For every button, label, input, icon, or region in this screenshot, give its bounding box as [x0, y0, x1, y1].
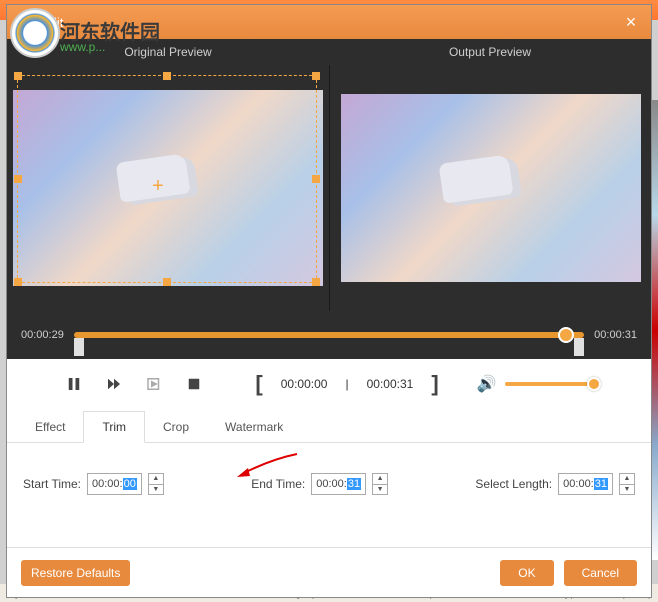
set-end-bracket[interactable]: ] — [431, 371, 438, 397]
start-time-label: Start Time: — [23, 477, 81, 491]
select-length-field: Select Length: 00:00:31 ▲▼ — [475, 473, 635, 495]
watermark-logo-icon — [10, 8, 60, 58]
annotation-arrow — [232, 449, 302, 482]
select-length-label: Select Length: — [475, 477, 552, 491]
timeline-playhead[interactable] — [558, 327, 574, 343]
select-length-spinner[interactable]: ▲▼ — [619, 473, 635, 495]
tabs: Effect Trim Crop Watermark — [7, 409, 651, 443]
cancel-button[interactable]: Cancel — [564, 560, 637, 586]
spinner-down-icon[interactable]: ▼ — [149, 484, 163, 495]
output-preview-pane — [329, 65, 651, 311]
stop-button[interactable] — [183, 373, 205, 395]
pause-button[interactable] — [63, 373, 85, 395]
select-length-input[interactable]: 00:00:31 — [558, 473, 613, 495]
tab-effect[interactable]: Effect — [17, 412, 83, 442]
dialog-buttons: Restore Defaults OK Cancel — [7, 547, 651, 597]
timeline-current-time: 00:00:29 — [21, 329, 64, 341]
close-icon[interactable]: × — [621, 12, 641, 32]
end-time-spinner[interactable]: ▲▼ — [372, 473, 388, 495]
preview-area: + — [7, 65, 651, 311]
tab-watermark[interactable]: Watermark — [207, 412, 301, 442]
fast-forward-button[interactable] — [103, 373, 125, 395]
playback-controls: [ 00:00:00 | 00:00:31 ] 🔊 — [7, 359, 651, 409]
timeline-track[interactable] — [74, 332, 584, 338]
timeline: 00:00:29 00:00:31 — [7, 311, 651, 359]
clip-end-time: 00:00:31 — [367, 377, 414, 391]
tab-crop[interactable]: Crop — [145, 412, 207, 442]
edit-dialog: ◄ Edit × Original Preview Output Preview… — [6, 4, 652, 598]
start-time-field: Start Time: 00:00:00 ▲▼ — [23, 473, 164, 495]
spinner-up-icon[interactable]: ▲ — [149, 474, 163, 484]
trim-end-marker[interactable] — [574, 338, 584, 356]
ok-button[interactable]: OK — [500, 560, 553, 586]
spinner-down-icon[interactable]: ▼ — [620, 484, 634, 495]
volume-icon[interactable]: 🔊 — [477, 374, 497, 394]
time-divider: | — [345, 377, 348, 391]
end-time-input[interactable]: 00:00:31 — [311, 473, 366, 495]
start-time-spinner[interactable]: ▲▼ — [148, 473, 164, 495]
spinner-up-icon[interactable]: ▲ — [373, 474, 387, 484]
original-preview-pane[interactable]: + — [7, 65, 329, 311]
volume-knob[interactable] — [587, 377, 601, 391]
volume-slider[interactable] — [505, 382, 595, 386]
trim-start-marker[interactable] — [74, 338, 84, 356]
watermark-url: www.p... — [60, 40, 105, 54]
output-thumbnail — [341, 94, 641, 282]
clip-start-time: 00:00:00 — [281, 377, 328, 391]
output-preview-label: Output Preview — [329, 39, 651, 65]
spinner-up-icon[interactable]: ▲ — [620, 474, 634, 484]
step-button[interactable] — [143, 373, 165, 395]
set-start-bracket[interactable]: [ — [255, 371, 262, 397]
original-thumbnail — [13, 90, 323, 286]
tab-trim[interactable]: Trim — [83, 411, 145, 443]
spinner-down-icon[interactable]: ▼ — [373, 484, 387, 495]
trim-panel: Start Time: 00:00:00 ▲▼ End Time: 00:00:… — [7, 443, 651, 547]
timeline-total-time: 00:00:31 — [594, 329, 637, 341]
start-time-input[interactable]: 00:00:00 — [87, 473, 142, 495]
watermark: 河东软件园 www.p... — [10, 8, 60, 63]
restore-defaults-button[interactable]: Restore Defaults — [21, 560, 130, 586]
